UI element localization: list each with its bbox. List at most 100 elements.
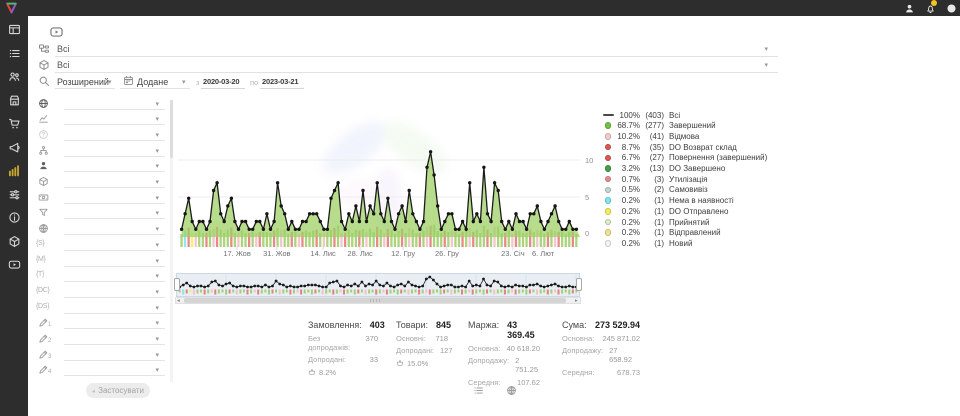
video-tutorial-icon[interactable]	[47, 25, 66, 39]
search-mode-select[interactable]: Розширений	[57, 77, 109, 87]
package-icon[interactable]	[8, 235, 21, 248]
orders-icon[interactable]	[8, 47, 21, 60]
underline	[64, 328, 165, 329]
underline	[120, 87, 190, 89]
legend-item[interactable]: 8.7%(35)DO Возврат склад	[600, 142, 790, 152]
filter-select-site[interactable]: ▾	[36, 222, 167, 236]
navigator-left-handle[interactable]	[174, 278, 180, 291]
cart-icon[interactable]	[8, 117, 21, 130]
store-icon[interactable]	[8, 94, 21, 107]
filter-select-product[interactable]: ▾	[36, 175, 167, 189]
scrollbar-left-arrow-icon[interactable]: ◂	[177, 298, 180, 304]
users-icon[interactable]	[8, 70, 21, 83]
megaphone-icon[interactable]	[8, 141, 21, 154]
topbar	[0, 0, 960, 16]
scrollbar-right-arrow-icon[interactable]: ▸	[575, 298, 578, 304]
calendar-icon[interactable]	[123, 75, 134, 86]
chevron-down-icon: ▾	[764, 62, 768, 69]
chart-navigator[interactable]	[176, 273, 580, 297]
search-icon[interactable]	[38, 75, 50, 87]
legend-count: (403)	[640, 111, 664, 120]
legend-percent: 10.2%	[616, 132, 640, 141]
legend-percent: 6.7%	[616, 153, 640, 162]
filter-select-custom-3[interactable]: 3▾	[36, 348, 167, 362]
filter-select-manager[interactable]: ▾	[36, 159, 167, 173]
filter-select-var-t[interactable]: {T}▾	[36, 269, 167, 283]
stat-value: 43 369.45	[507, 320, 540, 340]
legend-item[interactable]: 0.2%(1)Нема в наявності	[600, 196, 790, 206]
filter-select-payment[interactable]: ▾	[36, 191, 167, 205]
legend-item[interactable]: 0.2%(1)Відправлений	[600, 228, 790, 238]
filter-select-help[interactable]: ▾	[36, 128, 167, 142]
legend-percent: 0.5%	[616, 185, 640, 194]
legend-item[interactable]: 68.7%(277)Завершений	[600, 121, 790, 131]
stat-sublabel: Допродажу:	[468, 356, 509, 374]
filter-select-region[interactable]: ▾	[36, 97, 167, 111]
stat-title: Товари:	[396, 320, 428, 330]
filter-select-custom-1[interactable]: 1▾	[36, 316, 167, 330]
filter-select-var-m[interactable]: {M}▾	[36, 254, 167, 268]
stat-subvalue: 27 658.92	[609, 346, 640, 364]
video-icon[interactable]	[8, 258, 21, 271]
dashboard-icon[interactable]	[8, 23, 21, 36]
product-box-icon	[38, 59, 50, 71]
analytics-icon[interactable]	[8, 164, 21, 177]
info-icon[interactable]	[8, 211, 21, 224]
filter-select-structure[interactable]: ▾	[36, 144, 167, 158]
legend-item[interactable]: 6.7%(27)Повернення (завершений)	[600, 153, 790, 163]
user-icon[interactable]	[904, 3, 915, 14]
payment-icon	[38, 192, 49, 203]
underline	[64, 203, 165, 204]
var-t-icon: {T}	[36, 271, 44, 278]
list-view-icon[interactable]	[473, 385, 484, 396]
filter-select-var-s[interactable]: {S}▾	[36, 238, 167, 252]
legend-item[interactable]: 0.2%(1)Новий	[600, 238, 790, 248]
x-label: 28. Лис	[347, 249, 372, 258]
date-from-input[interactable]: 2020-03-20	[203, 77, 239, 86]
chevron-down-icon: ▾	[155, 288, 159, 296]
products-view-icon[interactable]	[506, 385, 517, 396]
stat-column: Замовлення:403Без допродажів:370Допродан…	[308, 320, 378, 377]
filter-select-custom-4[interactable]: 4▾	[36, 363, 167, 377]
legend-item[interactable]: 0.5%(2)Самовивіз	[600, 185, 790, 195]
x-label: 14. Лис	[310, 249, 335, 258]
apply-button[interactable]: Застосувати	[86, 383, 150, 398]
filter-select-trend[interactable]: ▾	[36, 112, 167, 126]
legend-label: Самовивіз	[669, 185, 708, 194]
stat-subrow: Допродажу:27 658.92	[562, 346, 640, 364]
filter-select-var-dc[interactable]: {DC}▾	[36, 285, 167, 299]
pencil-index: 3	[48, 354, 51, 360]
product-filter-select[interactable]: Всі ▾	[36, 58, 780, 73]
legend-dot-marker	[600, 197, 616, 204]
legend-dot-marker	[600, 133, 616, 140]
navigator-right-handle[interactable]	[576, 278, 582, 291]
app-logo-icon[interactable]	[4, 1, 19, 15]
legend-item[interactable]: 0.7%(3)Утилізація	[600, 174, 790, 184]
underline	[64, 250, 165, 251]
legend-item[interactable]: 100%(403)Всі	[600, 110, 790, 120]
underline	[64, 156, 165, 157]
underline	[64, 344, 165, 345]
chevron-down-icon: ▾	[155, 194, 159, 202]
orders-status-chart	[178, 105, 580, 255]
category-filter-select[interactable]: Всі ▾	[36, 42, 780, 57]
sliders-icon[interactable]	[8, 188, 21, 201]
filter-select-custom-2[interactable]: 2▾	[36, 332, 167, 346]
stat-sublabel: Допродані:	[308, 355, 346, 364]
legend-item[interactable]: 0.2%(1)DO Отправлено	[600, 206, 790, 216]
date-to-input[interactable]: 2023-03-21	[262, 77, 298, 86]
avatar-icon[interactable]	[946, 3, 957, 14]
main-sidebar	[0, 16, 28, 416]
date-field-select[interactable]: Додане	[137, 77, 168, 87]
stat-title: Сума:	[562, 320, 587, 330]
filter-panel-scrollbar-thumb[interactable]	[170, 100, 173, 158]
legend-item[interactable]: 3.2%(13)DO Завершено	[600, 164, 790, 174]
analytics-dashboard: Всі ▾ Всі ▾ Розширений ▾ Додане ▾ з 2020…	[0, 0, 960, 416]
legend-item[interactable]: 10.2%(41)Відмова	[600, 131, 790, 141]
filter-select-var-ds[interactable]: {DS}▾	[36, 301, 167, 315]
filter-select-funnel[interactable]: ▾	[36, 206, 167, 220]
pencil-index: 2	[48, 338, 51, 344]
underline	[64, 281, 165, 282]
underline	[64, 140, 165, 141]
legend-item[interactable]: 0.2%(1)Прийнятий	[600, 217, 790, 227]
